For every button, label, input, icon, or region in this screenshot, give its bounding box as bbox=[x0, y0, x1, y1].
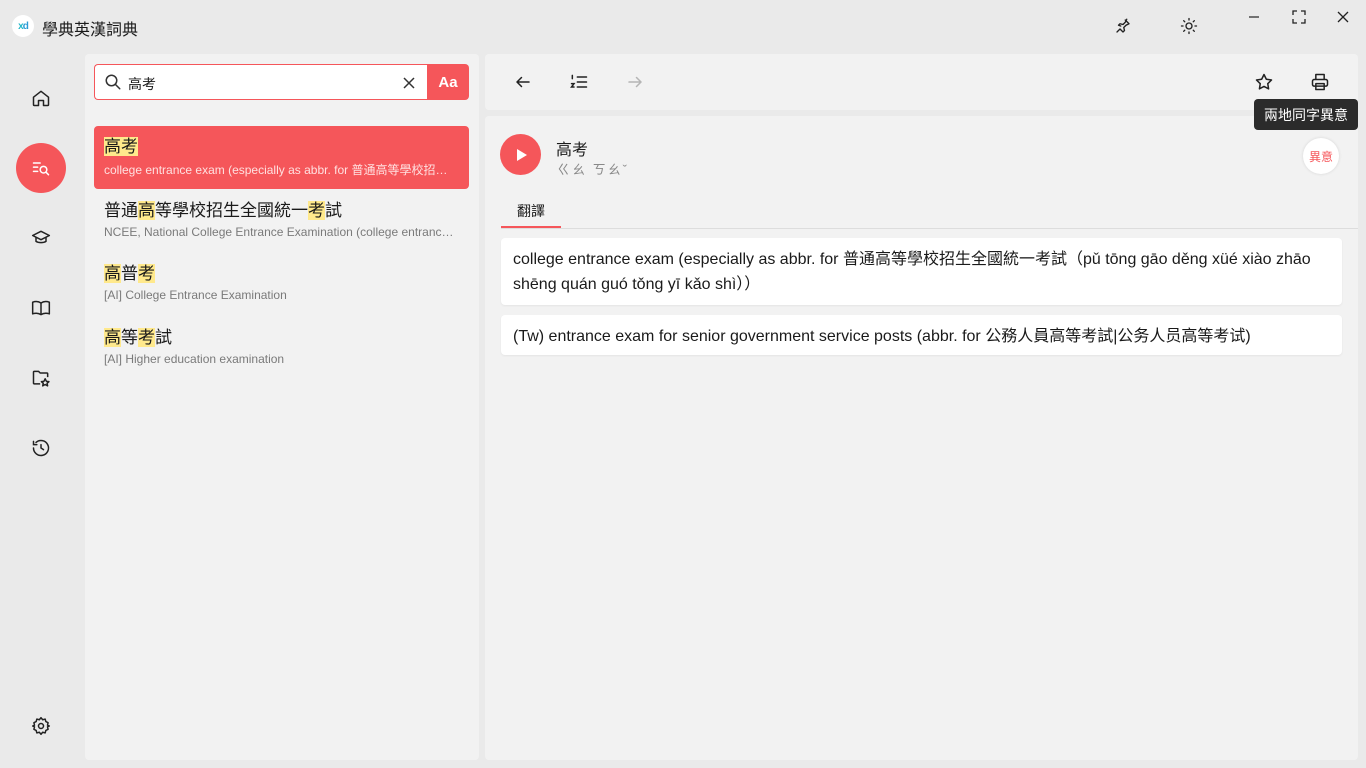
home-icon bbox=[32, 90, 50, 107]
pin-button[interactable] bbox=[1109, 12, 1137, 40]
tooltip: 兩地同字異意 bbox=[1254, 99, 1358, 130]
back-button[interactable] bbox=[509, 68, 537, 96]
play-icon bbox=[516, 148, 527, 161]
nav-search[interactable] bbox=[16, 143, 66, 193]
forward-arrow-icon bbox=[628, 76, 642, 88]
result-item[interactable]: 普通高等學校招生全國統一考試 NCEE, National College Ent… bbox=[94, 190, 469, 253]
close-icon bbox=[1337, 11, 1349, 23]
close-button[interactable] bbox=[1323, 2, 1363, 32]
nav-favorites[interactable] bbox=[16, 353, 66, 403]
sun-icon bbox=[1180, 17, 1198, 35]
nav-learn[interactable] bbox=[16, 213, 66, 263]
entry-zhuyin: ㄍㄠ ㄎㄠˇ bbox=[557, 162, 629, 177]
folder-star-icon bbox=[32, 370, 50, 387]
theme-button[interactable] bbox=[1175, 12, 1203, 40]
book-icon bbox=[31, 300, 51, 316]
pin-icon bbox=[1116, 18, 1130, 33]
minimize-button[interactable] bbox=[1234, 2, 1274, 32]
result-word: 高等考試 bbox=[104, 327, 172, 347]
fullscreen-icon bbox=[1292, 10, 1306, 24]
tab-translation[interactable]: 翻譯 bbox=[501, 200, 561, 229]
gear-icon bbox=[31, 716, 51, 736]
star-icon bbox=[1255, 73, 1273, 90]
close-icon bbox=[403, 77, 415, 89]
list-button[interactable] bbox=[565, 68, 593, 96]
print-button[interactable] bbox=[1306, 68, 1334, 96]
definition-card: college entrance exam (especially as abb… bbox=[501, 238, 1342, 305]
result-definition: college entrance exam (especially as abb… bbox=[104, 163, 459, 177]
entry-panel: 高考 ㄍㄠ ㄎㄠˇ 異意 翻譯 college entrance exam (e… bbox=[485, 116, 1358, 760]
search-icon bbox=[105, 74, 121, 90]
title-bar: xd 學典英漢詞典 bbox=[0, 0, 1366, 52]
meaning-difference-badge[interactable]: 異意 bbox=[1303, 138, 1339, 174]
result-word: 普通高等學校招生全國統一考試 bbox=[104, 200, 342, 220]
match-case-button[interactable]: Aa bbox=[427, 64, 469, 100]
app-logo: xd bbox=[12, 15, 34, 37]
minimize-icon bbox=[1249, 16, 1259, 18]
definition-card: (Tw) entrance exam for senior government… bbox=[501, 315, 1342, 355]
result-definition: [AI] College Entrance Examination bbox=[104, 288, 287, 302]
result-item[interactable]: 高等考試 [AI] Higher education examination bbox=[94, 317, 469, 380]
app-title: 學典英漢詞典 bbox=[42, 22, 139, 39]
tab-divider bbox=[501, 228, 1358, 229]
result-item[interactable]: 高普考 [AI] College Entrance Examination bbox=[94, 253, 469, 316]
back-arrow-icon bbox=[516, 76, 530, 88]
print-icon bbox=[1311, 73, 1329, 91]
maximize-button[interactable] bbox=[1279, 2, 1319, 32]
forward-button[interactable] bbox=[621, 68, 649, 96]
nav-dictionary[interactable] bbox=[16, 283, 66, 333]
play-audio-button[interactable] bbox=[500, 134, 541, 175]
graduation-cap-icon bbox=[31, 230, 51, 244]
nav-home[interactable] bbox=[16, 73, 66, 123]
search-panel: 高考 Aa 高考 college entrance exam (especiall… bbox=[85, 54, 479, 760]
result-definition: NCEE, National College Entrance Examinat… bbox=[104, 224, 459, 239]
entry-headword: 高考 bbox=[556, 142, 589, 159]
search-input[interactable]: 高考 bbox=[94, 64, 428, 100]
entry-toolbar bbox=[485, 54, 1358, 110]
search-value: 高考 bbox=[128, 76, 156, 92]
result-item[interactable]: 高考 college entrance exam (especially as a… bbox=[94, 126, 469, 189]
numbered-list-icon bbox=[570, 74, 588, 88]
result-word: 高考 bbox=[104, 137, 138, 156]
nav-settings[interactable] bbox=[16, 701, 66, 751]
clear-search-button[interactable] bbox=[400, 74, 418, 92]
search-list-icon bbox=[32, 162, 50, 176]
history-icon bbox=[32, 439, 50, 457]
result-word: 高普考 bbox=[104, 264, 155, 283]
nav-history[interactable] bbox=[16, 423, 66, 473]
favorite-button[interactable] bbox=[1250, 68, 1278, 96]
result-definition: [AI] Higher education examination bbox=[104, 351, 285, 366]
